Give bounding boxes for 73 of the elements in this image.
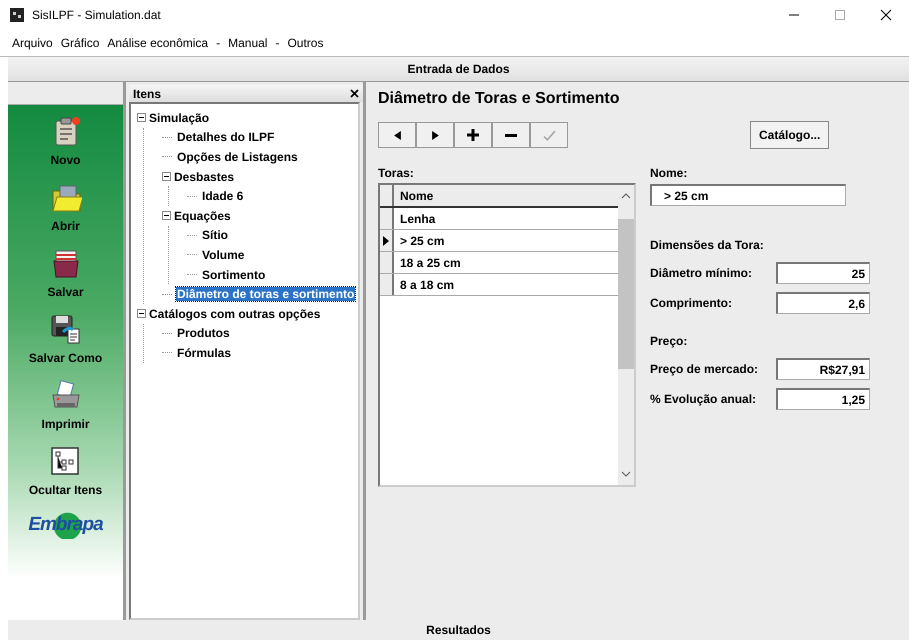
panel-title: Diâmetro de Toras e Sortimento [378,90,621,108]
menu-item[interactable]: Gráfico [60,36,100,50]
app-icon [10,8,24,22]
tree-item[interactable]: Simulação [148,110,210,125]
field-label: Comprimento: [650,296,733,310]
menu-item[interactable]: Manual [228,36,268,50]
tree-item[interactable]: Produtos [176,326,231,340]
sidebar-button-label[interactable]: Ocultar Itens [28,483,102,497]
tree-item[interactable]: Catálogos com outras opções [148,306,322,321]
collapse-icon[interactable] [137,309,146,318]
menu-item[interactable]: - [275,36,280,50]
collapse-icon[interactable] [162,172,171,182]
results-header: Resultados [426,623,491,637]
menu-item[interactable]: Arquivo [12,36,53,50]
tree-item[interactable]: Fórmulas [176,346,232,360]
sidebar-button-label[interactable]: Salvar [47,285,84,299]
minus-button[interactable] [492,122,530,148]
tree-view-icon[interactable] [49,445,82,477]
left-arrow-icon [394,130,400,140]
tree-item[interactable]: Desbastes [173,170,236,184]
scrollbar[interactable] [618,185,634,485]
field-label: Diâmetro mínimo: [650,266,754,280]
name-field[interactable]: > 25 cm [650,184,846,206]
menu-item[interactable]: Análise econômica [107,36,208,50]
right-arrow-icon [432,130,438,140]
field-label: Nome: [650,166,688,180]
sidebar-button-label[interactable]: Salvar Como [28,351,102,365]
table-cell[interactable]: > 25 cm [394,234,444,248]
window-title: SisILPF - Simulation.dat [32,8,162,22]
sidebar-button-label[interactable]: Novo [50,153,80,167]
minus-icon [505,134,517,136]
panel-title: Itens [133,86,162,100]
section-title: Dimensões da Tora: [650,238,765,254]
value-field[interactable]: 25 [776,262,870,284]
section-title: Preço: [650,334,688,350]
table-cell[interactable]: 8 a 18 cm [394,278,454,292]
left-arrow-button[interactable] [378,122,416,148]
tree-item[interactable]: Sítio [201,228,229,242]
sidebar-button-label[interactable]: Abrir [51,219,80,233]
tree-item[interactable]: Sortimento [201,268,266,282]
scroll-thumb[interactable] [618,219,634,369]
check-icon [542,130,556,140]
table-cell[interactable]: Lenha [394,212,436,226]
close-icon[interactable] [350,89,359,98]
collapse-icon[interactable] [137,113,146,122]
scroll-down-icon[interactable] [621,469,631,479]
tree-item[interactable]: Opções de Listagens [176,150,299,164]
column-header[interactable]: Nome [394,188,434,202]
list-label: Toras: [378,166,415,180]
tree-item[interactable]: Idade 6 [201,189,244,204]
field-label: % Evolução anual: [650,392,758,406]
table-cell[interactable]: 18 a 25 cm [394,256,461,270]
plus-icon [467,129,479,141]
catalog-button[interactable]: Catálogo... [750,121,830,149]
scroll-up-icon[interactable] [621,191,631,201]
plus-button[interactable] [454,122,492,148]
menu-item[interactable]: Outros [287,36,324,50]
value-field[interactable]: 1,25 [776,388,870,410]
collapse-icon[interactable] [162,211,171,220]
value-field[interactable]: R$27,91 [776,358,870,380]
right-arrow-button[interactable] [416,122,454,148]
row-pointer-icon [383,236,389,246]
sidebar-button-label[interactable]: Imprimir [41,417,90,431]
tree-item[interactable]: Equações [173,208,232,223]
field-label: Preço de mercado: [650,362,760,376]
floppy-disk-icon[interactable] [49,313,82,345]
value-field[interactable]: 2,6 [776,292,870,314]
section-header: Entrada de Dados [407,62,510,76]
tree-item[interactable]: Diâmetro de toras e sortimento [176,287,356,302]
menu-item[interactable]: - [216,36,220,50]
tree-item[interactable]: Detalhes do ILPF [176,130,276,144]
row-selector[interactable] [380,230,394,251]
tree-item[interactable]: Volume [201,248,246,262]
